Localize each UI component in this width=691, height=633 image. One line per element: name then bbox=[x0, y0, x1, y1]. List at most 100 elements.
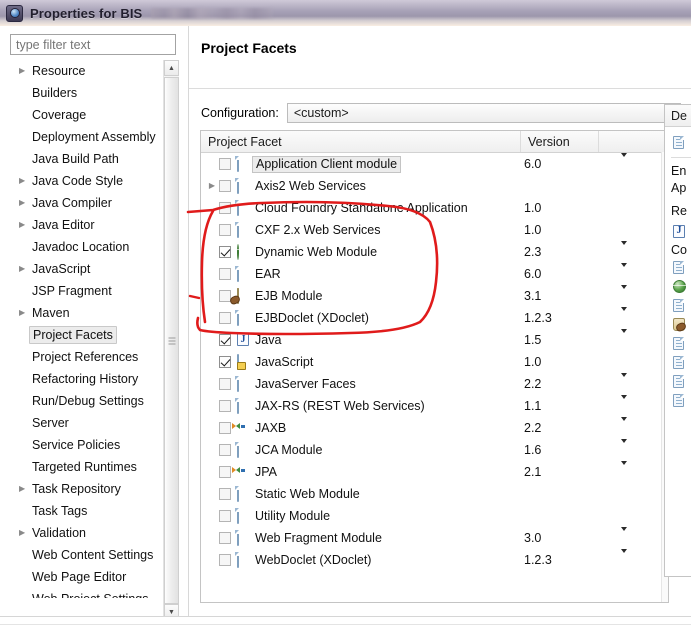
filter-input[interactable] bbox=[10, 34, 176, 55]
facet-checkbox[interactable] bbox=[219, 268, 231, 280]
details-divider bbox=[671, 157, 691, 158]
chevron-down-icon[interactable] bbox=[621, 285, 627, 303]
sidebar-item-web-content-settings[interactable]: Web Content Settings bbox=[10, 544, 177, 566]
document-icon bbox=[236, 552, 250, 568]
chevron-right-icon[interactable]: ▶ bbox=[18, 485, 32, 493]
sidebar-item-java-editor[interactable]: ▶ Java Editor bbox=[10, 214, 177, 236]
sidebar-item-project-references[interactable]: Project References bbox=[10, 346, 177, 368]
chevron-down-icon[interactable] bbox=[621, 307, 627, 325]
sidebar-item-server[interactable]: Server bbox=[10, 412, 177, 434]
facet-checkbox[interactable] bbox=[219, 202, 231, 214]
sidebar-item-web-page-editor[interactable]: Web Page Editor bbox=[10, 566, 177, 588]
facet-checkbox[interactable] bbox=[219, 312, 231, 324]
facet-checkbox[interactable] bbox=[219, 246, 231, 258]
table-row[interactable]: JAX-RS (REST Web Services) 1.1 bbox=[201, 395, 668, 417]
facet-checkbox[interactable] bbox=[219, 356, 231, 368]
facet-checkbox[interactable] bbox=[219, 378, 231, 390]
sidebar-item-project-facets[interactable]: Project Facets bbox=[10, 324, 177, 346]
chevron-down-icon[interactable] bbox=[621, 329, 627, 347]
sidebar-item-java-code-style[interactable]: ▶ Java Code Style bbox=[10, 170, 177, 192]
table-body[interactable]: Application Client module 6.0 ▶ Axis2 Web S… bbox=[201, 153, 668, 602]
table-row[interactable]: JAXB 2.2 bbox=[201, 417, 668, 439]
facet-name: JavaScript bbox=[255, 355, 314, 369]
chevron-right-icon[interactable]: ▶ bbox=[18, 199, 32, 207]
facet-checkbox[interactable] bbox=[219, 180, 231, 192]
column-header-project-facet[interactable]: Project Facet bbox=[201, 131, 521, 152]
title-bar: Properties for BIS bbox=[0, 0, 691, 27]
sidebar-item-java-compiler[interactable]: ▶ Java Compiler bbox=[10, 192, 177, 214]
sidebar-item-web-project-settings[interactable]: Web Project Settings bbox=[10, 588, 177, 598]
table-row[interactable]: Web Fragment Module 3.0 bbox=[201, 527, 668, 549]
chevron-right-icon[interactable]: ▶ bbox=[18, 529, 32, 537]
table-row[interactable]: JavaServer Faces 2.2 bbox=[201, 373, 668, 395]
settings-tree[interactable]: ▶ Resource Builders Coverage Deployment Asse… bbox=[10, 60, 177, 598]
chevron-right-icon[interactable]: ▶ bbox=[18, 309, 32, 317]
chevron-right-icon[interactable]: ▶ bbox=[205, 182, 219, 190]
chevron-down-icon[interactable] bbox=[621, 263, 627, 281]
facet-checkbox[interactable] bbox=[219, 158, 231, 170]
sidebar-item-run-debug-settings[interactable]: Run/Debug Settings bbox=[10, 390, 177, 412]
chevron-down-icon[interactable] bbox=[621, 417, 627, 435]
chevron-right-icon[interactable]: ▶ bbox=[18, 67, 32, 75]
sidebar-item-validation[interactable]: ▶ Validation bbox=[10, 522, 177, 544]
table-row[interactable]: Utility Module bbox=[201, 505, 668, 527]
table-row[interactable]: JavaScript 1.0 bbox=[201, 351, 668, 373]
column-header-version[interactable]: Version bbox=[521, 131, 599, 152]
chevron-down-icon[interactable] bbox=[621, 153, 627, 171]
facet-checkbox[interactable] bbox=[219, 510, 231, 522]
sidebar-item-javadoc-location[interactable]: Javadoc Location bbox=[10, 236, 177, 258]
configuration-select[interactable]: <custom> bbox=[286, 103, 681, 123]
sidebar-item-java-build-path[interactable]: Java Build Path bbox=[10, 148, 177, 170]
chevron-right-icon[interactable]: ▶ bbox=[18, 177, 32, 185]
sidebar-item-refactoring-history[interactable]: Refactoring History bbox=[10, 368, 177, 390]
facet-checkbox[interactable] bbox=[219, 422, 231, 434]
sidebar-item-coverage[interactable]: Coverage bbox=[10, 104, 177, 126]
sidebar-item-maven[interactable]: ▶ Maven bbox=[10, 302, 177, 324]
chevron-down-icon[interactable] bbox=[621, 395, 627, 413]
table-row[interactable]: WebDoclet (XDoclet) 1.2.3 bbox=[201, 549, 668, 571]
facet-checkbox[interactable] bbox=[219, 466, 231, 478]
table-row[interactable]: J Java 1.5 bbox=[201, 329, 668, 351]
chevron-down-icon[interactable] bbox=[621, 373, 627, 391]
table-row[interactable]: JPA 2.1 bbox=[201, 461, 668, 483]
table-row[interactable]: EJB Module 3.1 bbox=[201, 285, 668, 307]
details-line-conflicts: Co bbox=[671, 242, 687, 257]
sidebar-item-task-repository[interactable]: ▶ Task Repository bbox=[10, 478, 177, 500]
facet-checkbox[interactable] bbox=[219, 554, 231, 566]
sidebar-item-javascript[interactable]: ▶ JavaScript bbox=[10, 258, 177, 280]
facet-checkbox[interactable] bbox=[219, 334, 231, 346]
table-row[interactable]: JCA Module 1.6 bbox=[201, 439, 668, 461]
facet-version: 3.0 bbox=[524, 531, 542, 545]
tree-scroll-thumb[interactable] bbox=[164, 77, 179, 604]
sidebar-item-resource[interactable]: ▶ Resource bbox=[10, 60, 177, 82]
facet-checkbox[interactable] bbox=[219, 444, 231, 456]
facet-checkbox[interactable] bbox=[219, 224, 231, 236]
sidebar-item-deployment-assembly[interactable]: Deployment Assembly bbox=[10, 126, 177, 148]
table-row[interactable]: Cloud Foundry Standalone Application 1.0 bbox=[201, 197, 668, 219]
tree-vertical-scrollbar[interactable]: ▲ ▼ bbox=[163, 60, 179, 620]
table-row[interactable]: Application Client module 6.0 bbox=[201, 153, 668, 175]
chevron-right-icon[interactable]: ▶ bbox=[18, 265, 32, 273]
chevron-down-icon[interactable] bbox=[621, 461, 627, 479]
chevron-down-icon[interactable] bbox=[621, 241, 627, 259]
sidebar-item-task-tags[interactable]: Task Tags bbox=[10, 500, 177, 522]
facet-checkbox[interactable] bbox=[219, 488, 231, 500]
table-row[interactable]: Dynamic Web Module 2.3 bbox=[201, 241, 668, 263]
facet-checkbox[interactable] bbox=[219, 532, 231, 544]
chevron-down-icon[interactable] bbox=[621, 439, 627, 457]
table-row[interactable]: EJBDoclet (XDoclet) 1.2.3 bbox=[201, 307, 668, 329]
table-row[interactable]: EAR 6.0 bbox=[201, 263, 668, 285]
sidebar-item-targeted-runtimes[interactable]: Targeted Runtimes bbox=[10, 456, 177, 478]
sidebar-item-jsp-fragment[interactable]: JSP Fragment bbox=[10, 280, 177, 302]
table-row[interactable]: ▶ Axis2 Web Services bbox=[201, 175, 668, 197]
scroll-up-icon[interactable]: ▲ bbox=[164, 60, 179, 76]
chevron-down-icon[interactable] bbox=[621, 527, 627, 545]
chevron-down-icon[interactable] bbox=[621, 549, 627, 567]
sidebar-item-builders[interactable]: Builders bbox=[10, 82, 177, 104]
chevron-right-icon[interactable]: ▶ bbox=[18, 221, 32, 229]
column-header-blank[interactable] bbox=[599, 131, 668, 152]
table-row[interactable]: Static Web Module bbox=[201, 483, 668, 505]
sidebar-item-service-policies[interactable]: Service Policies bbox=[10, 434, 177, 456]
facet-checkbox[interactable] bbox=[219, 400, 231, 412]
table-row[interactable]: CXF 2.x Web Services 1.0 bbox=[201, 219, 668, 241]
